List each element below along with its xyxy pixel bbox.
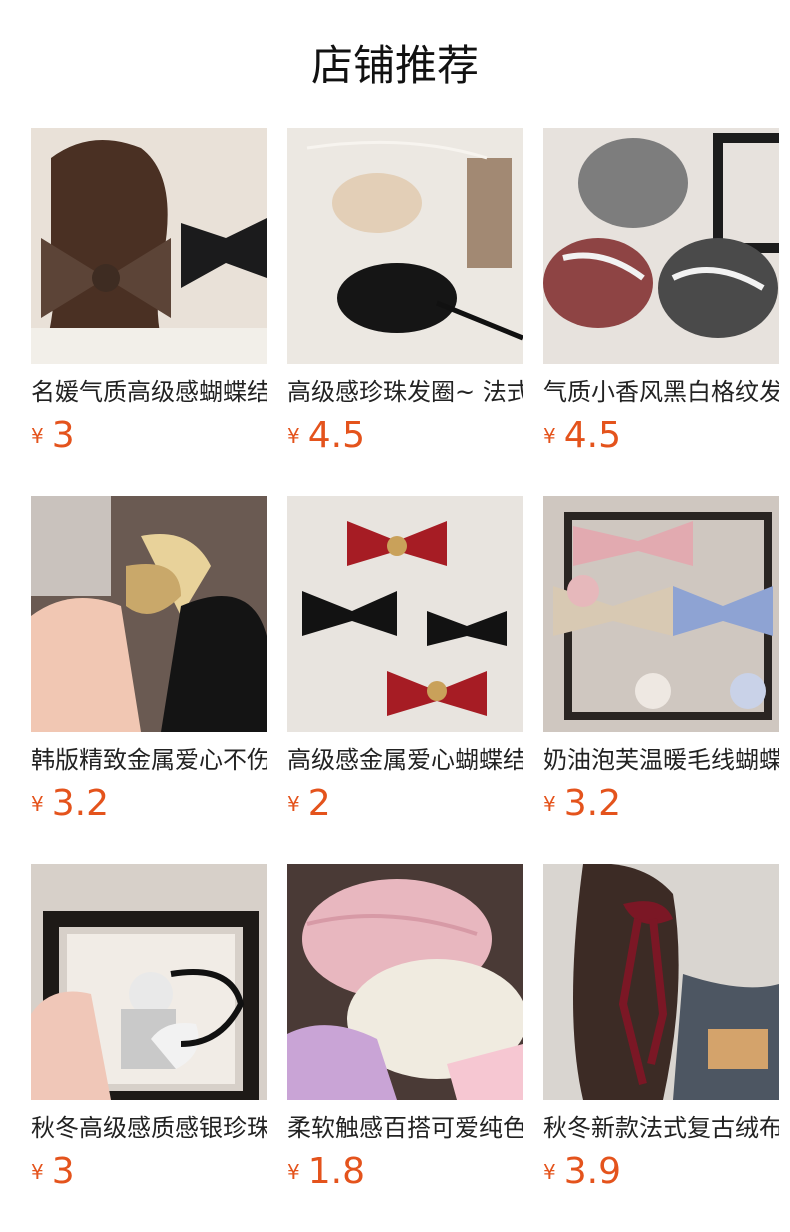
product-price: ¥1.8 (287, 1151, 365, 1193)
product-image[interactable] (543, 496, 779, 732)
product-price: ¥3.2 (543, 783, 621, 825)
currency-symbol: ¥ (31, 1160, 44, 1184)
product-image[interactable] (31, 864, 267, 1100)
product-image[interactable] (543, 128, 779, 364)
product-image[interactable] (543, 864, 779, 1100)
currency-symbol: ¥ (543, 792, 556, 816)
product-image[interactable] (287, 864, 523, 1100)
price-value: 2 (307, 783, 331, 824)
price-value: 3 (51, 1151, 75, 1192)
product-name[interactable]: 气质小香风黑白格纹发圈 (543, 376, 779, 408)
currency-symbol: ¥ (31, 424, 44, 448)
product-image[interactable] (287, 128, 523, 364)
product-price: ¥3 (31, 1151, 75, 1193)
product-name[interactable]: 秋冬高级感质感银珍珠 (31, 1112, 267, 1144)
product-name[interactable]: 名媛气质高级感蝴蝶结发圈 (31, 376, 267, 408)
product-price: ¥3.2 (31, 783, 109, 825)
product-price: ¥3 (31, 415, 75, 457)
product-name[interactable]: 柔软触感百搭可爱纯色 (287, 1112, 523, 1144)
product-name[interactable]: 韩版精致金属爱心不伤发 (31, 744, 267, 776)
product-price: ¥4.5 (287, 415, 365, 457)
product-name[interactable]: 高级感金属爱心蝴蝶结 (287, 744, 523, 776)
product-price: ¥2 (287, 783, 331, 825)
currency-symbol: ¥ (543, 424, 556, 448)
price-value: 3.2 (51, 783, 109, 824)
currency-symbol: ¥ (287, 792, 300, 816)
price-value: 3.2 (563, 783, 621, 824)
product-name[interactable]: 秋冬新款法式复古绒布 (543, 1112, 779, 1144)
product-name[interactable]: 奶油泡芙温暖毛线蝴蝶结 (543, 744, 779, 776)
product-price: ¥4.5 (543, 415, 621, 457)
currency-symbol: ¥ (543, 1160, 556, 1184)
page-title: 店铺推荐 (310, 41, 479, 90)
currency-symbol: ¥ (31, 792, 44, 816)
price-value: 4.5 (307, 415, 365, 456)
product-image[interactable] (31, 128, 267, 364)
product-name[interactable]: 高级感珍珠发圈~ 法式 (287, 376, 523, 408)
price-value: 1.8 (307, 1151, 365, 1192)
product-price: ¥3.9 (543, 1151, 621, 1193)
currency-symbol: ¥ (287, 424, 300, 448)
price-value: 3 (51, 415, 75, 456)
price-value: 3.9 (563, 1151, 621, 1192)
price-value: 4.5 (563, 415, 621, 456)
currency-symbol: ¥ (287, 1160, 300, 1184)
product-image[interactable] (31, 496, 267, 732)
product-image[interactable] (287, 496, 523, 732)
